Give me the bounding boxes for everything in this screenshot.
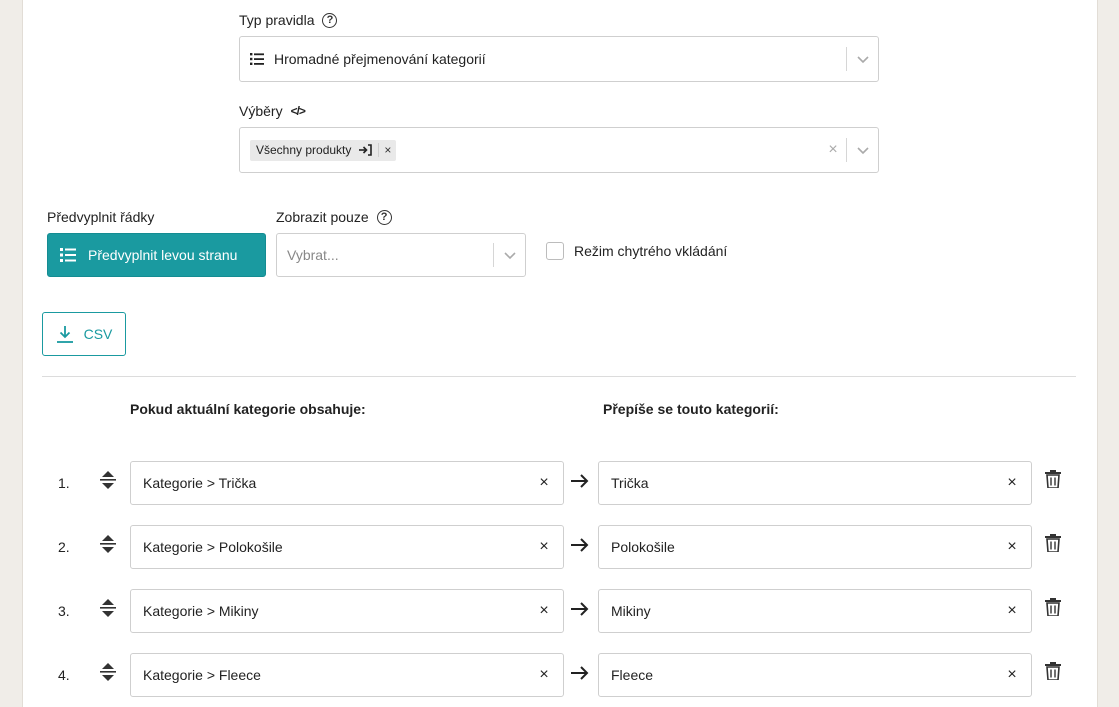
- from-category-input[interactable]: Kategorie > Polokošile ×: [130, 525, 564, 569]
- to-category-input[interactable]: Fleece ×: [598, 653, 1032, 697]
- to-category-input[interactable]: Polokošile ×: [598, 525, 1032, 569]
- to-category-value: Trička: [611, 475, 649, 491]
- show-only-placeholder: Vybrat...: [287, 247, 339, 263]
- smart-insert-label: Režim chytrého vkládání: [574, 243, 728, 259]
- chevron-down-icon[interactable]: [847, 143, 878, 157]
- chip-label: Všechny produkty: [256, 143, 352, 157]
- csv-label: CSV: [83, 326, 113, 342]
- prefill-label-text: Předvyplnit řádky: [47, 209, 155, 225]
- exit-icon[interactable]: [359, 144, 373, 156]
- prefill-left-button[interactable]: Předvyplnit levou stranu: [47, 233, 266, 277]
- arrow-right-icon: [571, 538, 589, 552]
- selections-label: Výběry </>: [239, 103, 306, 119]
- clear-icon[interactable]: ×: [525, 474, 563, 492]
- column-header-to: Přepíše se touto kategorií:: [603, 401, 779, 417]
- from-category-value: Kategorie > Fleece: [143, 667, 261, 683]
- clear-icon[interactable]: ×: [993, 474, 1031, 492]
- to-category-input[interactable]: Mikiny ×: [598, 589, 1032, 633]
- to-category-value: Fleece: [611, 667, 654, 683]
- drag-handle-icon[interactable]: [100, 599, 116, 617]
- arrow-right-icon: [571, 474, 589, 488]
- clear-selections-icon[interactable]: ×: [820, 141, 846, 159]
- help-icon[interactable]: ?: [322, 12, 338, 28]
- from-category-input[interactable]: Kategorie > Mikiny ×: [130, 589, 564, 633]
- download-icon: [56, 326, 73, 343]
- from-category-value: Kategorie > Trička: [143, 475, 257, 491]
- drag-handle-icon[interactable]: [100, 663, 116, 681]
- row-number: 2.: [58, 539, 70, 555]
- rule-type-label-text: Typ pravidla: [239, 12, 315, 28]
- from-category-value: Kategorie > Polokošile: [143, 539, 283, 555]
- trash-icon[interactable]: [1045, 534, 1061, 552]
- clear-icon[interactable]: ×: [993, 538, 1031, 556]
- rule-type-select[interactable]: Hromadné přejmenování kategorií: [239, 36, 879, 82]
- rule-type-value: Hromadné přejmenování kategorií: [274, 51, 486, 67]
- show-only-select[interactable]: Vybrat...: [276, 233, 526, 277]
- prefill-label: Předvyplnit řádky: [47, 209, 154, 225]
- row-number: 3.: [58, 603, 70, 619]
- to-category-value: Mikiny: [611, 603, 651, 619]
- rule-type-label: Typ pravidla ?: [239, 12, 338, 28]
- section-divider: [42, 376, 1076, 377]
- chevron-down-icon[interactable]: [494, 248, 525, 262]
- show-only-label: Zobrazit pouze ?: [276, 209, 392, 225]
- trash-icon[interactable]: [1045, 470, 1061, 488]
- from-category-input[interactable]: Kategorie > Fleece ×: [130, 653, 564, 697]
- from-category-value: Kategorie > Mikiny: [143, 603, 259, 619]
- to-category-value: Polokošile: [611, 539, 675, 555]
- smart-insert-checkbox[interactable]: [546, 242, 564, 260]
- list-icon: [250, 53, 264, 65]
- to-category-input[interactable]: Trička ×: [598, 461, 1032, 505]
- list-icon: [60, 248, 76, 262]
- code-icon[interactable]: </>: [291, 104, 306, 118]
- clear-icon[interactable]: ×: [525, 538, 563, 556]
- clear-icon[interactable]: ×: [525, 602, 563, 620]
- column-header-from: Pokud aktuální kategorie obsahuje:: [130, 401, 366, 417]
- show-only-label-text: Zobrazit pouze: [276, 209, 369, 225]
- chip-remove-icon[interactable]: ×: [378, 143, 396, 157]
- clear-icon[interactable]: ×: [993, 666, 1031, 684]
- trash-icon[interactable]: [1045, 598, 1061, 616]
- help-icon[interactable]: ?: [376, 209, 392, 225]
- row-number: 1.: [58, 475, 70, 491]
- from-category-input[interactable]: Kategorie > Trička ×: [130, 461, 564, 505]
- arrow-right-icon: [571, 666, 589, 680]
- selection-chip: Všechny produkty ×: [250, 139, 397, 161]
- csv-download-button[interactable]: CSV: [42, 312, 126, 356]
- row-number: 4.: [58, 667, 70, 683]
- chevron-down-icon[interactable]: [847, 52, 878, 66]
- selections-label-text: Výběry: [239, 103, 283, 119]
- clear-icon[interactable]: ×: [993, 602, 1031, 620]
- arrow-right-icon: [571, 602, 589, 616]
- trash-icon[interactable]: [1045, 662, 1061, 680]
- prefill-button-label: Předvyplnit levou stranu: [88, 247, 238, 263]
- smart-insert-toggle[interactable]: Režim chytrého vkládání: [546, 242, 727, 260]
- clear-icon[interactable]: ×: [525, 666, 563, 684]
- selections-select[interactable]: Všechny produkty × ×: [239, 127, 879, 173]
- drag-handle-icon[interactable]: [100, 471, 116, 489]
- drag-handle-icon[interactable]: [100, 535, 116, 553]
